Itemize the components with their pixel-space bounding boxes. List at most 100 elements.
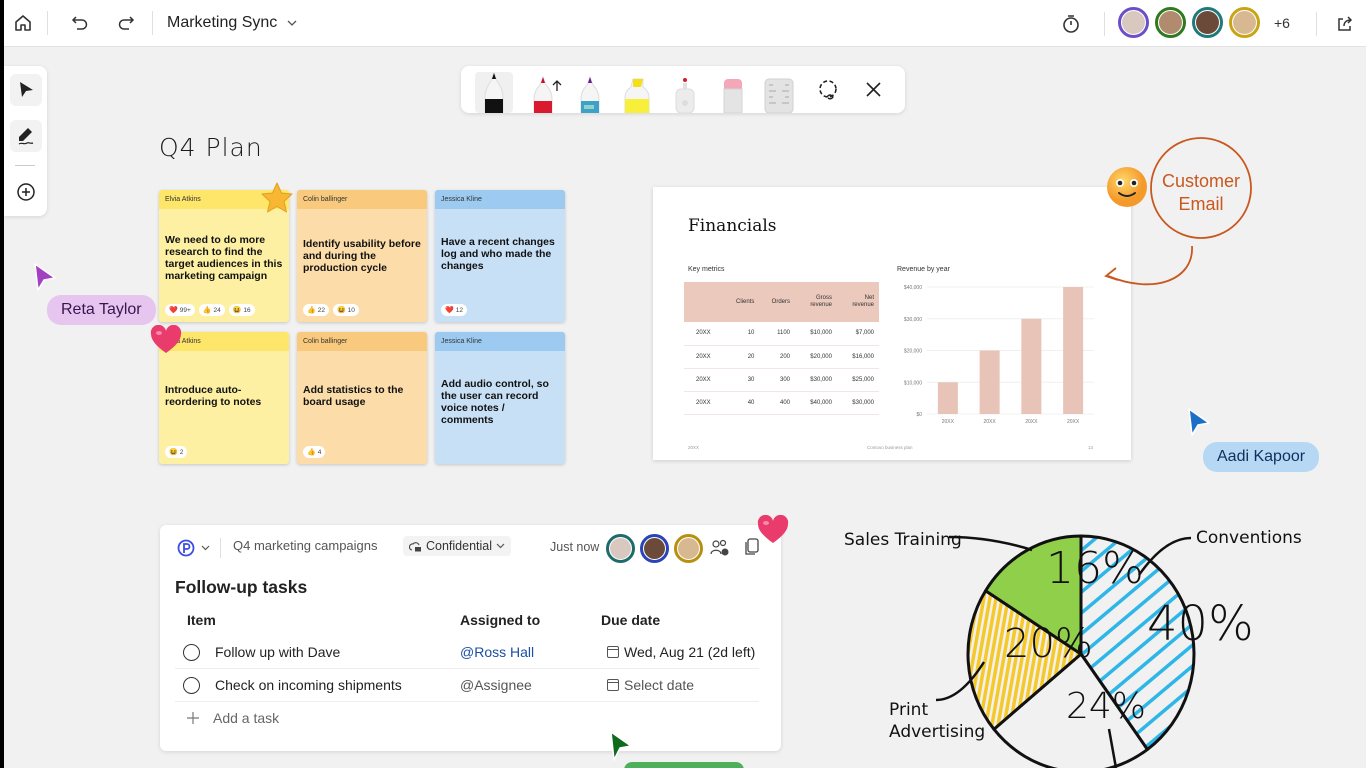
lasso-select-button[interactable] [817,79,839,101]
reaction-chip[interactable]: 👍 24 [198,304,225,316]
avatar[interactable] [1118,7,1149,38]
share-button[interactable] [1331,10,1359,38]
avatar[interactable] [674,534,703,563]
timer-button[interactable] [1057,10,1085,38]
task-checkbox[interactable] [183,644,200,661]
note-author: Colin ballinger [297,332,427,351]
close-ink-toolbar-button[interactable] [865,81,882,98]
table-cell: 20 [723,345,760,369]
slide-footer-title: Contoso business plan [867,445,913,450]
loop-collaborators[interactable] [606,534,703,563]
reaction-chip[interactable]: ❤️ 99+ [165,304,195,316]
reaction-count: 4 [317,448,322,456]
task-due-date[interactable]: Wed, Aug 21 (2d left) [607,644,755,660]
column-header-due[interactable]: Due date [601,612,660,628]
timer-icon [1063,15,1079,33]
add-button[interactable] [10,176,42,208]
calendar-icon [607,679,619,691]
chevron-down-icon[interactable] [201,545,210,551]
annotation-text-line2: Email [1178,194,1223,214]
reaction-chip[interactable]: 👍 4 [303,446,326,458]
key-metrics-label: Key metrics [688,266,725,273]
pointer-icon [20,82,33,97]
sticky-note[interactable]: Colin ballinger Add statistics to the boa… [297,332,427,464]
note-reactions: 👍 22 😆 10 [303,304,359,316]
task-due-date[interactable]: Select date [607,677,694,693]
avatar-photo [1196,11,1219,34]
note-text: Introduce auto-reordering to notes [165,384,262,408]
sticky-note[interactable]: Colin ballinger Identify usability before… [297,190,427,322]
people-settings-icon[interactable] [710,539,730,557]
avatar[interactable] [640,534,669,563]
thumbs-up-icon: 👍 [202,307,212,314]
workspace-name[interactable]: Q4 marketing campaigns [233,538,378,553]
sensitivity-label-dropdown[interactable]: Confidential [403,536,512,556]
ruler-button[interactable] [764,77,794,113]
reaction-chip[interactable]: 👍 22 [303,304,329,316]
eraser-button[interactable] [721,77,745,113]
ink-tool-button[interactable] [10,120,42,152]
task-row: Follow up with Dave @Ross Hall Wed, Aug … [175,636,759,669]
task-assignee[interactable]: @Ross Hall [460,644,534,660]
galaxy-pen-button[interactable] [578,75,602,113]
select-tool-button[interactable] [10,74,42,106]
avatar[interactable] [606,534,635,563]
pie-category-label: Sales Training [844,530,962,550]
reaction-chip[interactable]: 😆 16 [228,304,255,316]
revenue-bar-chart: $0 $10,000 $20,000 $30,000 $40,000 20XX 20XX 20… [904,285,1094,425]
task-checkbox[interactable] [183,677,200,694]
column-header-item[interactable]: Item [187,612,216,628]
table-cell: 400 [759,391,795,415]
highlighter-button[interactable] [623,77,651,113]
green-cursor-icon [610,731,632,761]
add-task-button[interactable]: Add a task [187,710,279,726]
revenue-label: Revenue by year [897,266,950,273]
sticky-note[interactable]: Jessica Kline Add audio control, so the u… [435,332,565,464]
reaction-chip[interactable]: ❤️ 12 [441,304,467,316]
home-button[interactable] [9,9,37,37]
chevron-down-icon [287,20,297,26]
avatar[interactable] [1155,7,1186,38]
reaction-chip[interactable]: 😆 2 [165,446,188,458]
y-tick-label: $0 [916,412,922,418]
task-assignee[interactable]: @Assignee [460,677,532,693]
arrow-up-icon [552,80,562,91]
reaction-count: 10 [347,306,355,314]
reaction-count: 2 [179,448,184,456]
undo-button[interactable] [66,9,94,37]
heart-sticker-icon[interactable] [150,325,182,355]
avatar[interactable] [1192,7,1223,38]
bar [979,350,1000,414]
sticky-note[interactable]: Jessica Kline Have a recent changes log a… [435,190,565,322]
star-sticker-icon[interactable] [260,181,294,215]
undo-icon [71,16,88,30]
note-text: Add statistics to the board usage [303,384,404,408]
collaborator-avatars[interactable]: +6 [1118,7,1290,38]
y-tick-label: $20,000 [904,349,922,355]
plus-icon [187,712,199,724]
aadi-cursor-icon [1188,408,1210,436]
task-item[interactable]: Check on incoming shipments [215,677,402,693]
table-cell: 20XX [684,345,724,369]
due-date-text: Wed, Aug 21 (2d left) [624,644,756,660]
customer-email-annotation[interactable]: Customer Email [1094,130,1274,300]
task-row: Check on incoming shipments @Assignee Se… [175,669,759,702]
table-row: 20XX 30 300 $30,000 $25,000 [684,368,879,392]
task-item[interactable]: Follow up with Dave [215,644,340,660]
pie-category-label: Print Advertising [889,700,985,742]
black-pen-button[interactable] [482,71,506,113]
slide-footer-date: 20XX [688,445,700,450]
avatar[interactable] [1229,7,1260,38]
column-header-assigned[interactable]: Assigned to [460,612,540,628]
bar [937,382,958,414]
reaction-chip[interactable]: 😆 10 [332,304,359,316]
financials-slide[interactable]: Financials Key metrics Revenue by year C… [653,187,1131,460]
budget-pie-chart[interactable]: 40%24% 20% 16% Sales Training Conventions Pri… [834,505,1304,768]
board-title-dropdown[interactable]: Marketing Sync [167,14,297,32]
redo-button[interactable] [112,9,140,37]
table-header-cell: Gross revenue [795,282,837,322]
heart-sticker-icon[interactable] [757,515,789,545]
laser-pointer-button[interactable] [673,77,697,113]
more-collaborators-count[interactable]: +6 [1274,15,1290,31]
loop-logo-icon[interactable] [177,539,195,557]
